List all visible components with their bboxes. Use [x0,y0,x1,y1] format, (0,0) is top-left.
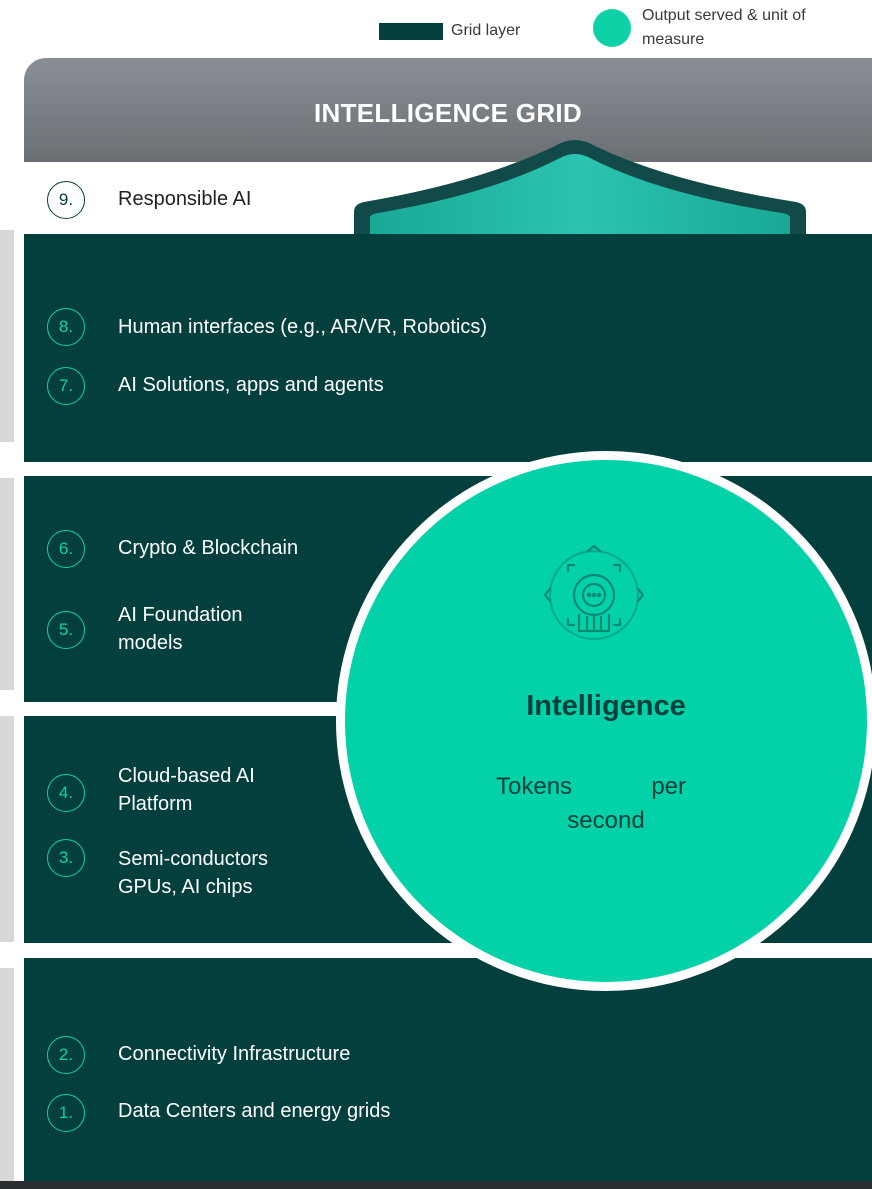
legend-output-swatch [593,9,631,47]
item-2-badge: 2. [47,1036,85,1074]
item-6-label: Crypto & Blockchain [118,537,299,559]
legend-output-label: Output served & unit of measure [642,7,806,48]
header-title: INTELLIGENCE GRID [314,98,582,128]
side-bar-1 [0,230,14,442]
item-9-label: Responsible AI [118,188,252,210]
side-bar-2 [0,478,14,690]
circle-unit-word-2: per [651,773,686,800]
item-8-label: Human interfaces (e.g., AR/VR, Robotics) [118,316,488,338]
item-5-badge: 5. [47,611,85,649]
item-2-label: Connectivity Infrastructure [118,1043,351,1065]
ai-brain-chip-icon [543,544,645,641]
side-bar-3 [0,716,14,942]
circle-title: Intelligence [526,690,686,722]
item-6-badge: 6. [47,530,85,568]
item-3-badge: 3. [47,839,85,877]
circle-unit-line-1: Tokens per [496,773,696,801]
item-7-label: AI Solutions, apps and agents [118,374,384,396]
legend-grid-layer-swatch [379,23,443,40]
legend-grid-layer-label: Grid layer [451,22,521,39]
grid-layer-band-applications [24,234,872,462]
circle-unit-word-1: Tokens [496,773,573,800]
side-bar-4 [0,968,14,1181]
item-4-label: Cloud-based AI Platform [118,765,255,815]
item-5-label: AI Foundation models [118,604,243,654]
shield-shape [354,140,806,236]
item-3-label: Semi-conductors GPUs, AI chips [118,848,269,898]
item-1-badge: 1. [47,1094,85,1132]
grid-layer-band-infrastructure [24,958,872,1181]
item-9-badge: 9. [47,181,85,219]
item-8-badge: 8. [47,308,85,346]
item-7-badge: 7. [47,367,85,405]
item-4-badge: 4. [47,774,85,812]
item-1-label: Data Centers and energy grids [118,1100,391,1122]
circle-unit-word-3: second [567,807,645,834]
bottom-edge [0,1181,872,1189]
